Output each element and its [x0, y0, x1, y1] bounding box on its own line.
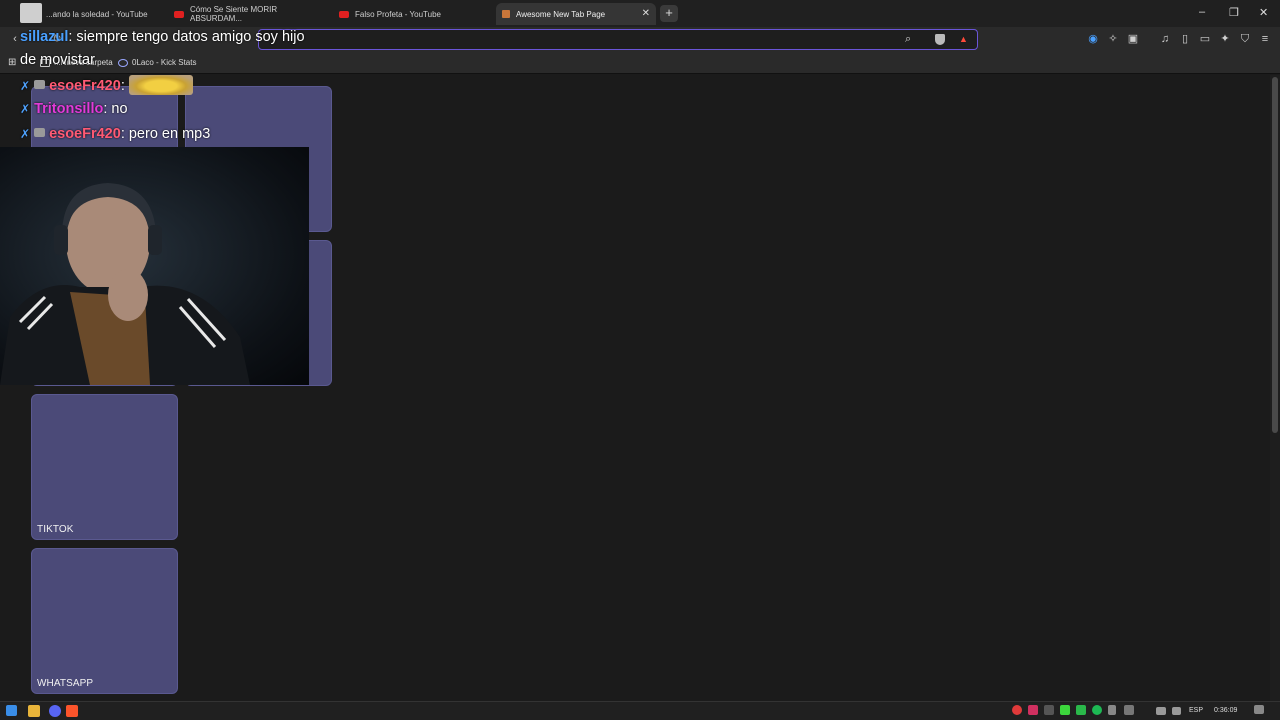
tile-label: TIKTOK [37, 524, 74, 535]
address-bar[interactable]: ⌕ ▲ [258, 29, 978, 50]
bot-badge-icon [34, 128, 46, 137]
shortcut-tile-tiktok[interactable]: TIKTOK [31, 394, 178, 540]
brave-icon[interactable] [66, 705, 78, 717]
youtube-icon [339, 10, 349, 18]
chat-username: esoeFr420 [49, 126, 121, 142]
moderator-badge-icon: ✗ [20, 79, 31, 93]
bookmark-label: 0Laco - Kick Stats [132, 58, 197, 67]
bookmark-kick-stats[interactable]: 0Laco - Kick Stats [118, 58, 196, 67]
close-tab-icon[interactable]: ✕ [642, 8, 650, 19]
notifications-icon[interactable] [1254, 705, 1264, 714]
chat-text: de movistar [20, 52, 95, 68]
file-explorer-icon[interactable] [28, 705, 40, 717]
new-tab-button[interactable]: + [660, 5, 678, 22]
discord-icon[interactable] [49, 705, 61, 717]
emote-image [128, 75, 193, 95]
zoom-icon[interactable]: ⌕ [905, 33, 911, 46]
volume-icon[interactable] [1172, 707, 1181, 715]
extensions-icon[interactable]: ✧ [1106, 33, 1120, 46]
chat-text: : [120, 78, 129, 94]
wallet-card-icon[interactable]: ▭ [1198, 33, 1212, 46]
tab-youtube-soledad[interactable]: ...ando la soledad - YouTube [4, 3, 164, 25]
brave-rewards-icon[interactable]: ▲ [959, 34, 968, 44]
kick-stats-icon [118, 58, 128, 67]
moderator-badge-icon: ✗ [20, 102, 31, 116]
chat-message: ✗ esoeFr420: pero en mp3 [20, 126, 210, 142]
minimize-button[interactable]: – [1199, 6, 1205, 18]
menu-icon[interactable]: ≡ [1258, 33, 1272, 46]
chat-message: ✗ Tritonsillo: no [20, 101, 128, 117]
tray-app-icon[interactable] [1108, 705, 1116, 715]
tray-app-icon[interactable] [1044, 705, 1054, 715]
network-icon[interactable] [1156, 707, 1166, 715]
language-indicator[interactable]: ESP [1189, 707, 1203, 714]
chat-message: ✗ esoeFr420: [20, 75, 193, 95]
vpn-icon[interactable]: ⛉ [1238, 33, 1252, 46]
chat-message-continuation: de movistar [20, 52, 95, 68]
chat-message: sillazul: siempre tengo datos amigo soy … [20, 29, 305, 45]
tab-strip: ...ando la soledad - YouTube Cómo Se Sie… [0, 0, 1280, 27]
scrollbar-thumb[interactable] [1272, 77, 1278, 433]
streamer-figure [0, 183, 250, 385]
clock[interactable]: 0:36:09 [1214, 707, 1237, 714]
spotify-icon[interactable] [1092, 705, 1102, 715]
wallet-icon[interactable]: ◉ [1086, 33, 1100, 46]
leo-ai-icon[interactable]: ✦ [1218, 33, 1232, 46]
youtube-icon [174, 10, 184, 18]
tab-search-icon[interactable]: ▣ [1126, 33, 1140, 46]
tray-app-icon[interactable] [1012, 705, 1022, 715]
tile-label: WHATSAPP [37, 678, 94, 689]
tab-awesome-new-tab[interactable]: Awesome New Tab Page ✕ [496, 3, 656, 25]
tab-youtube-profeta[interactable]: Falso Profeta - YouTube [333, 3, 493, 25]
webcam-overlay [0, 147, 309, 385]
chat-text: : no [103, 101, 128, 117]
tab-title: Cómo Se Siente MORIR ABSURDAM... [190, 5, 278, 23]
taskbar: ESP 0:36:09 [0, 701, 1280, 720]
bookmarks-bar: ⊞ ...Nueva carpeta 0Laco - Kick Stats [0, 52, 1280, 74]
tray-app-icon[interactable] [1060, 705, 1070, 715]
chat-username: sillazul [20, 29, 69, 45]
chat-username: Tritonsillo [34, 101, 104, 117]
chat-text: : pero en mp3 [120, 126, 211, 142]
media-icon[interactable]: ♫ [1158, 33, 1172, 46]
tray-app-icon[interactable] [1124, 705, 1134, 715]
chat-username: esoeFr420 [49, 78, 121, 94]
brave-shield-icon[interactable] [935, 34, 945, 45]
restore-button[interactable]: ❐ [1229, 6, 1239, 19]
new-tab-page-icon [502, 10, 510, 18]
close-window-button[interactable]: ✕ [1259, 6, 1268, 19]
moderator-badge-icon: ✗ [20, 127, 31, 141]
bot-badge-icon [34, 80, 46, 89]
tab-title: Awesome New Tab Page [516, 9, 606, 19]
tab-youtube-morir[interactable]: Cómo Se Siente MORIR ABSURDAM... [168, 3, 328, 25]
tray-app-icon[interactable] [1076, 705, 1086, 715]
shortcut-tile-whatsapp[interactable]: WHATSAPP [31, 548, 178, 694]
chat-text: : siempre tengo datos amigo soy hijo [68, 29, 305, 45]
tray-app-icon[interactable] [1028, 705, 1038, 715]
apps-icon[interactable]: ⊞ [8, 57, 16, 68]
tab-title: ...ando la soledad - YouTube [46, 9, 148, 19]
tab-title: Falso Profeta - YouTube [355, 9, 441, 19]
scrollbar[interactable] [1270, 75, 1280, 701]
sidebar-icon[interactable]: ▯ [1178, 33, 1192, 46]
start-icon[interactable] [6, 705, 17, 716]
